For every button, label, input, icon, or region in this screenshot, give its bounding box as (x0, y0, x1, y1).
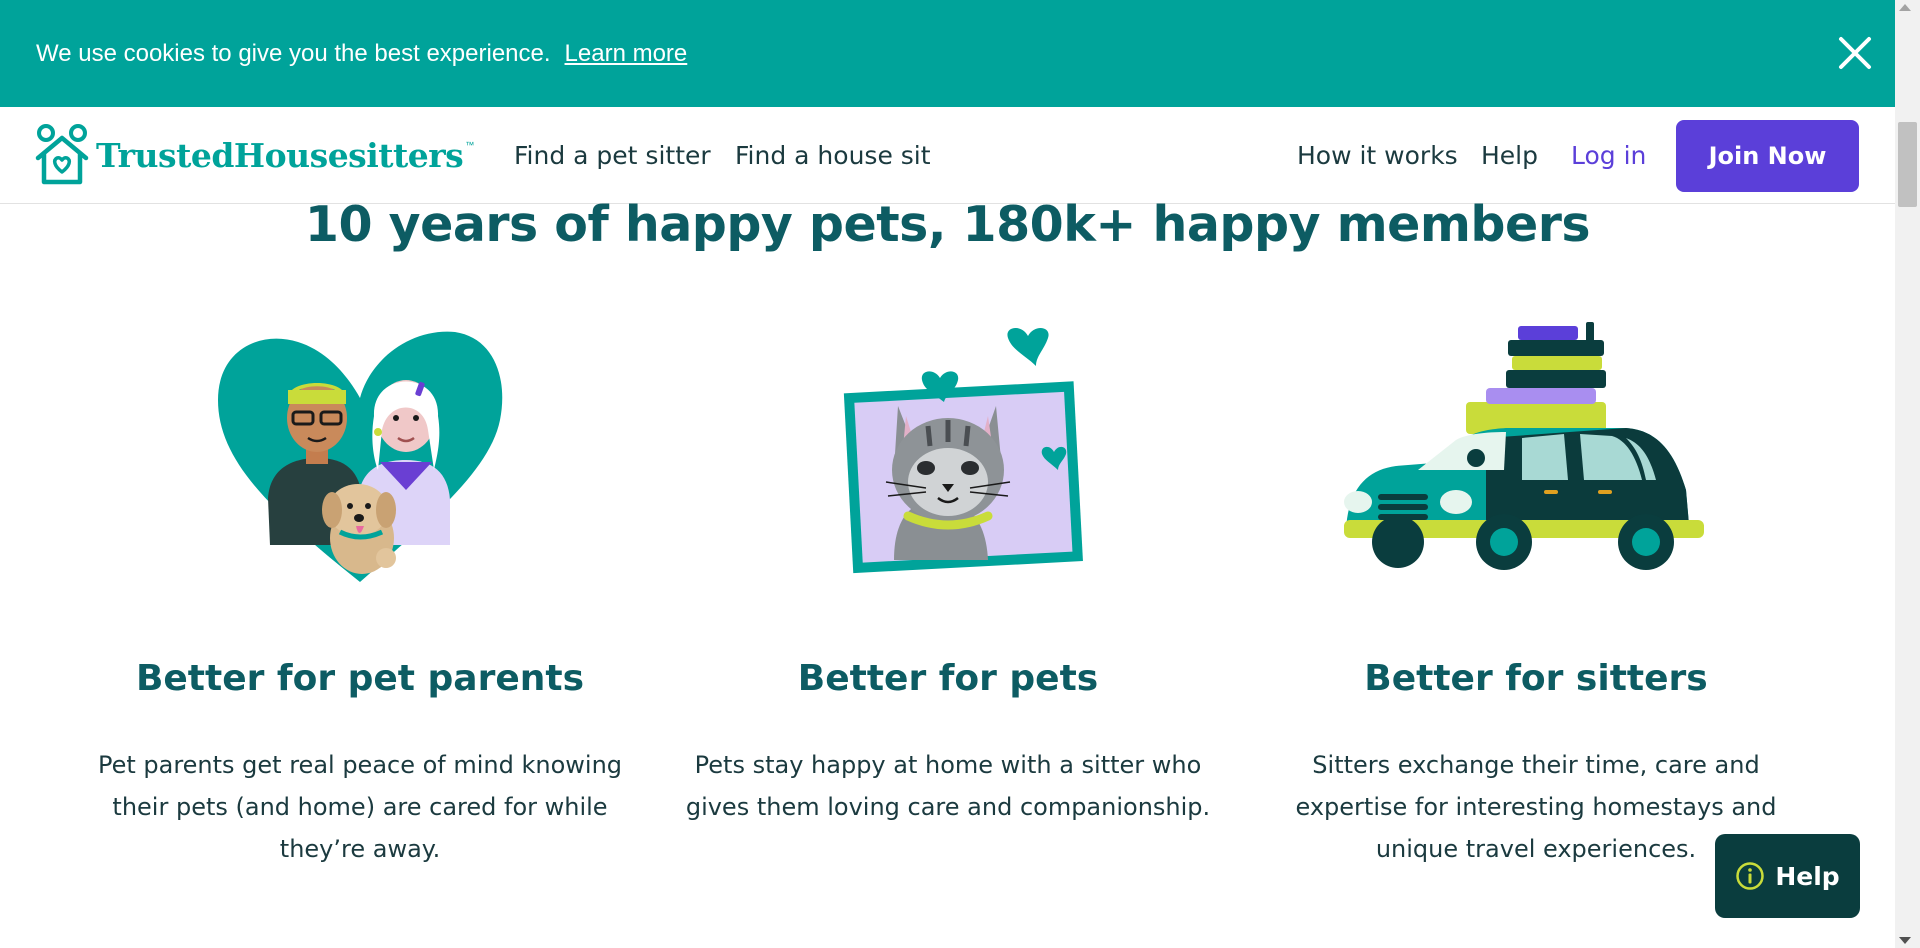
trademark-symbol: ™ (465, 140, 475, 150)
feature-title: Better for pets (797, 658, 1099, 699)
logo[interactable]: TrustedHousesitters ™ (34, 124, 474, 186)
scroll-down-arrow-icon[interactable] (1899, 937, 1911, 944)
nav-help[interactable]: Help (1481, 141, 1538, 170)
heart-people-dog-illustration (218, 331, 503, 582)
nav-how-it-works[interactable]: How it works (1297, 141, 1458, 170)
join-now-button[interactable]: Join Now (1676, 120, 1859, 192)
cat-portrait-illustration (843, 327, 1083, 574)
learn-more-link[interactable]: Learn more (565, 40, 688, 68)
car-luggage-illustration (1344, 322, 1704, 570)
help-widget-label: Help (1775, 861, 1840, 891)
nav-log-in[interactable]: Log in (1571, 141, 1646, 170)
feature-title: Better for pet parents (135, 658, 585, 699)
nav-find-pet-sitter[interactable]: Find a pet sitter (514, 141, 711, 170)
feature-description: Pets stay happy at home with a sitter wh… (685, 751, 1211, 821)
house-heart-icon (35, 124, 89, 185)
info-icon (1736, 862, 1765, 890)
feature-pets: Better for pets Pets stay happy at home … (668, 320, 1228, 821)
help-widget-button[interactable]: Help (1715, 834, 1860, 918)
feature-description: Pet parents get real peace of mind knowi… (97, 751, 623, 863)
feature-pet-parents: Better for pet parents Pet parents get r… (80, 320, 640, 863)
scroll-up-arrow-icon[interactable] (1899, 4, 1911, 11)
feature-sitters: Better for sitters Sitters exchange thei… (1256, 320, 1816, 863)
close-icon[interactable] (1835, 33, 1875, 73)
cookie-banner: We use cookies to give you the best expe… (0, 0, 1895, 107)
page-headline: 10 years of happy pets, 180k+ happy memb… (304, 196, 1591, 253)
site-header: TrustedHousesitters ™ Find a pet sitter … (0, 107, 1895, 204)
feature-title: Better for sitters (1364, 658, 1708, 699)
cookie-message: We use cookies to give you the best expe… (36, 39, 551, 67)
nav-find-house-sit[interactable]: Find a house sit (735, 141, 931, 170)
logo-wordmark: TrustedHousesitters (96, 135, 464, 175)
scrollbar-thumb[interactable] (1898, 122, 1917, 207)
